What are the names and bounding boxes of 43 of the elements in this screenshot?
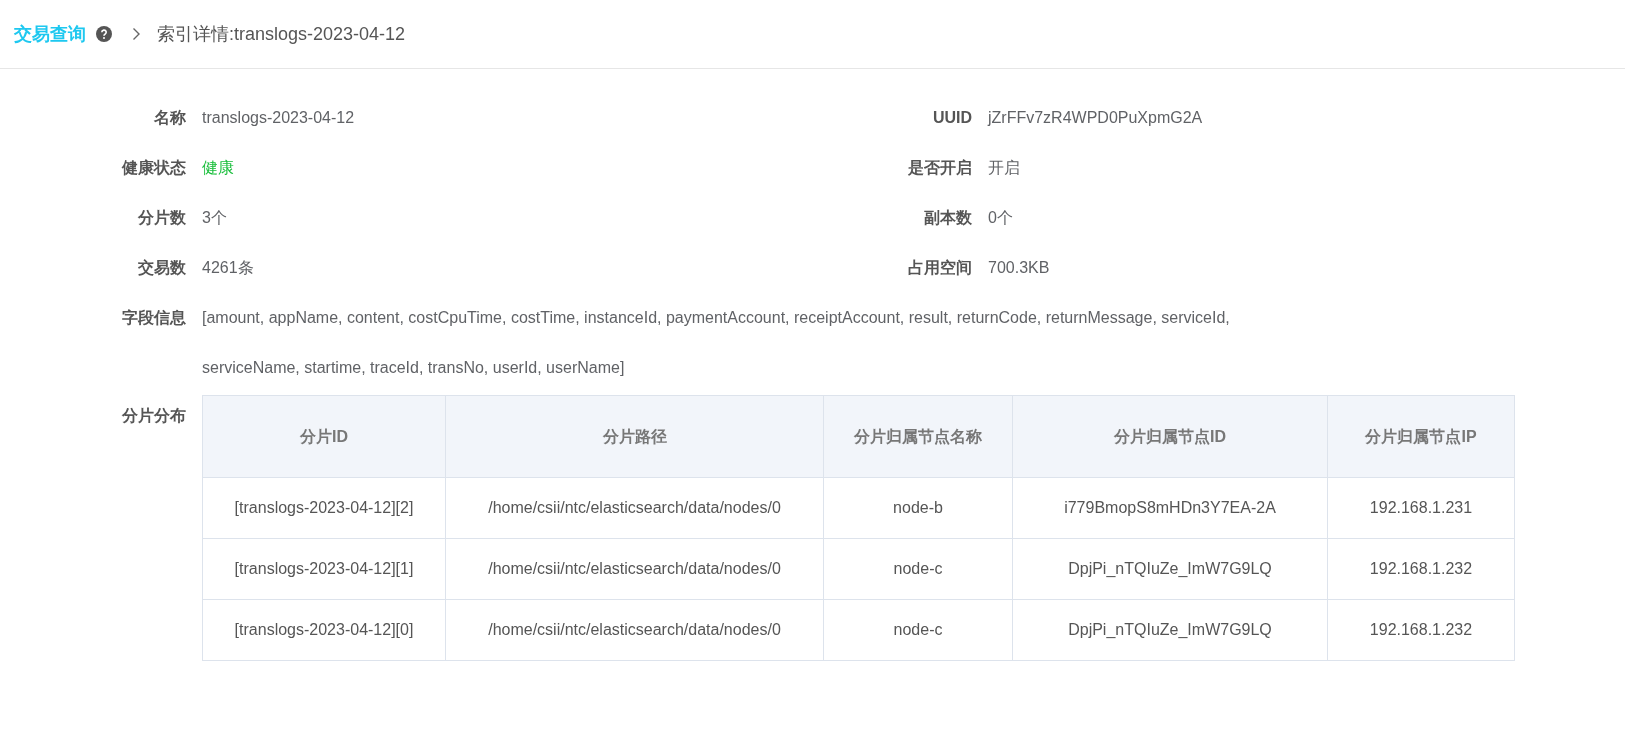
column-header: 分片归属节点名称 — [823, 395, 1013, 478]
table-cell: node-c — [823, 538, 1013, 600]
table-cell: DpjPi_nTQIuZe_ImW7G9LQ — [1012, 538, 1328, 600]
column-header: 分片路径 — [445, 395, 824, 478]
table-cell: [translogs-2023-04-12][2] — [202, 477, 446, 539]
table-cell: node-c — [823, 599, 1013, 661]
table-cell: DpjPi_nTQIuZe_ImW7G9LQ — [1012, 599, 1328, 661]
table-cell: /home/csii/ntc/elasticsearch/data/nodes/0 — [445, 599, 824, 661]
breadcrumb-link[interactable]: 交易查询 — [14, 22, 86, 46]
chevron-right-icon — [132, 27, 141, 41]
field-label: 健康状态 — [120, 158, 186, 178]
field-value: 3个 — [202, 208, 227, 228]
field-label: 分片数 — [137, 208, 186, 228]
table-cell: [translogs-2023-04-12][1] — [202, 538, 446, 600]
column-header: 分片归属节点ID — [1012, 395, 1328, 478]
field-value: translogs-2023-04-12 — [202, 108, 355, 128]
table-cell: node-b — [823, 477, 1013, 539]
field-value: 0个 — [988, 208, 1013, 228]
field-value: 健康 — [202, 158, 234, 178]
breadcrumb-current: 索引详情:translogs-2023-04-12 — [157, 23, 406, 46]
table-cell: i779BmopS8mHDn3Y7EA-2A — [1012, 477, 1328, 539]
table-cell: [translogs-2023-04-12][0] — [202, 599, 446, 661]
field-label: 名称 — [153, 108, 186, 128]
table-cell: 192.168.1.232 — [1327, 599, 1515, 661]
column-header: 分片ID — [202, 395, 446, 478]
field-label: 占用空间 — [907, 258, 972, 278]
field-value: jZrFFv7zR4WPD0PuXpmG2A — [988, 108, 1203, 128]
field-value: 开启 — [988, 158, 1020, 178]
table-cell: 192.168.1.232 — [1327, 538, 1515, 600]
field-label: 交易数 — [137, 258, 186, 278]
field-label: 副本数 — [923, 208, 972, 228]
field-list-text: [amount, appName, content, costCpuTime, costTime, instanceId, paymentAccount, receiptAccount, result, returnCode, returnMessage, serviceId, serviceName, startime, traceId, transNo, userId, userName] — [202, 308, 1231, 378]
table-cell: /home/csii/ntc/elasticsearch/data/nodes/0 — [445, 538, 824, 600]
table-cell: 192.168.1.231 — [1327, 477, 1515, 539]
help-icon[interactable] — [96, 26, 112, 42]
column-header: 分片归属节点IP — [1327, 395, 1515, 478]
field-label: 分片分布 — [121, 406, 186, 426]
field-label: 字段信息 — [121, 308, 186, 328]
field-value: 700.3KB — [988, 258, 1050, 278]
field-value: 4261条 — [202, 258, 254, 278]
field-label: UUID — [931, 108, 972, 128]
field-label: 是否开启 — [907, 158, 972, 178]
table-cell: /home/csii/ntc/elasticsearch/data/nodes/0 — [445, 477, 824, 539]
